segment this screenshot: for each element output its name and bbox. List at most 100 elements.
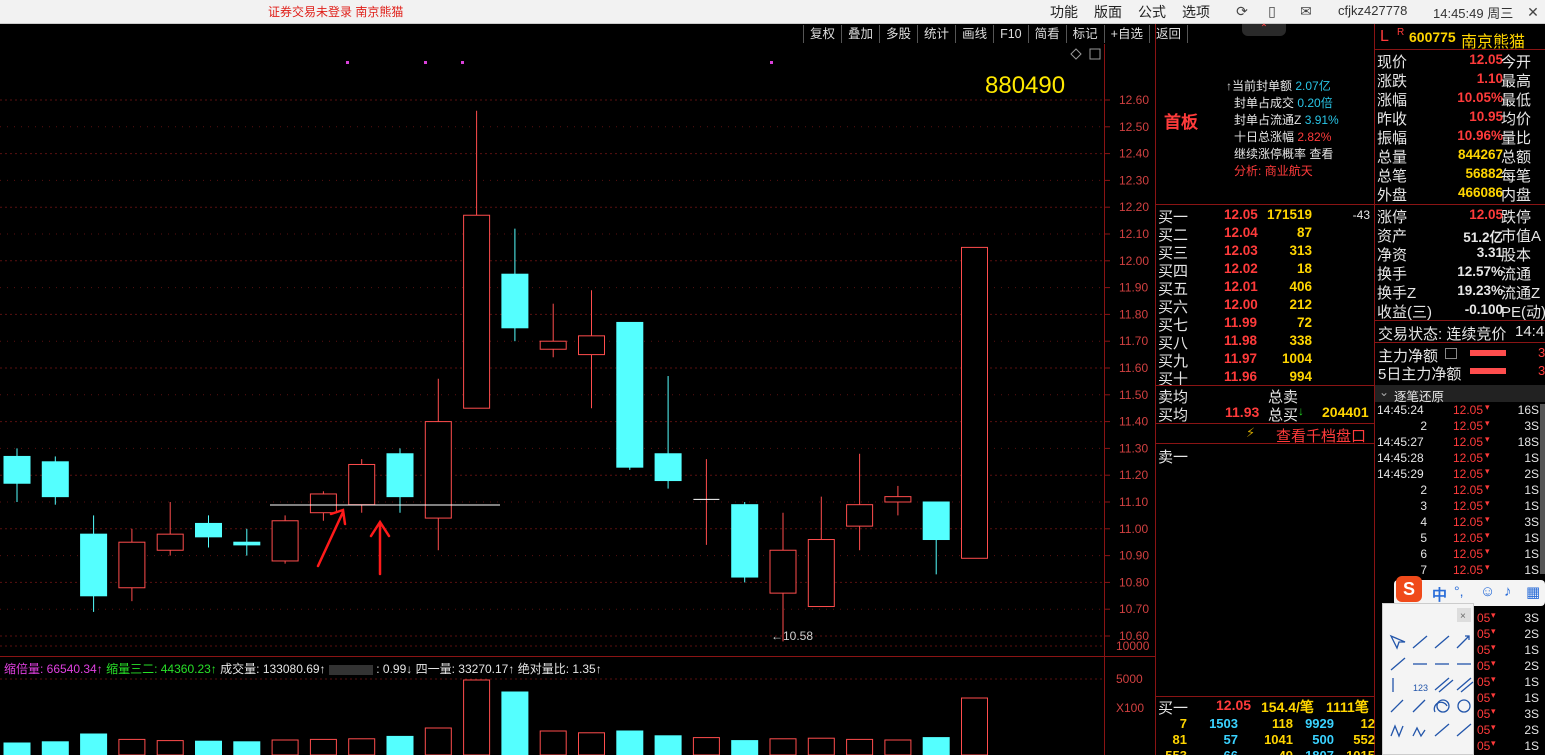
volume-bar[interactable] — [233, 741, 261, 755]
bid-row[interactable]: 买十 11.96 994 — [1158, 368, 1372, 388]
volume-bar[interactable] — [501, 691, 529, 755]
tool-add-watchlist[interactable]: +自选 — [1103, 25, 1149, 43]
ticks-header[interactable]: ⌄ 逐笔还原 — [1375, 385, 1545, 404]
candlestick[interactable] — [654, 376, 682, 489]
volume-bar[interactable] — [41, 741, 69, 755]
menu-formula[interactable]: 公式 — [1130, 2, 1174, 22]
price-tick-label: 11.10 — [1119, 495, 1148, 509]
candlestick[interactable] — [386, 448, 414, 513]
candlestick[interactable] — [961, 246, 988, 559]
volume-bar[interactable] — [731, 740, 759, 755]
candlestick[interactable] — [233, 528, 261, 556]
tool-fuquan[interactable]: 复权 — [803, 25, 841, 43]
user-account[interactable]: cfjkz427778 — [1338, 3, 1407, 18]
drawing-tools-grid[interactable]: × 123 — [1383, 604, 1475, 755]
volume-bar[interactable] — [156, 740, 184, 755]
bid-row[interactable]: 买八 11.98 338 — [1158, 332, 1372, 352]
volume-bar[interactable] — [616, 730, 644, 755]
continue-label: 继续涨停概率 — [1234, 147, 1307, 161]
refresh-icon[interactable]: ⟳ — [1233, 3, 1251, 20]
candlestick[interactable] — [271, 515, 299, 564]
volume-bar[interactable] — [195, 740, 222, 755]
sogou-logo-icon[interactable]: S — [1396, 576, 1422, 602]
kline-chart[interactable]: 12.60 12.50 12.40 12.30 12.20 12.10 12.00 11.90… — [0, 44, 1156, 755]
tool-draw-line[interactable]: 画线 — [955, 25, 993, 43]
volume-bar[interactable] — [961, 697, 988, 755]
tool-f10[interactable]: F10 — [993, 25, 1028, 43]
volume-bar[interactable] — [3, 742, 31, 755]
volume-bar[interactable] — [348, 738, 376, 755]
candlestick[interactable] — [807, 496, 835, 608]
punctuation-icon[interactable]: °, — [1454, 583, 1464, 599]
bid-row[interactable]: 买一 12.05 171519 -43 — [1158, 206, 1372, 226]
volume-bar[interactable] — [692, 737, 720, 755]
candlestick[interactable] — [118, 528, 146, 602]
bid-row[interactable]: 买二 12.04 87 — [1158, 224, 1372, 244]
bid-row[interactable]: 买六 12.00 212 — [1158, 296, 1372, 316]
bid-row[interactable]: 买九 11.97 1004 — [1158, 350, 1372, 370]
close-window-icon[interactable]: ✕ — [1523, 2, 1543, 22]
candlestick[interactable] — [769, 512, 797, 642]
candlestick[interactable] — [309, 491, 337, 521]
emoji-icon[interactable]: ☺ — [1480, 583, 1495, 600]
volume-bar[interactable] — [463, 679, 491, 755]
volume-bar[interactable] — [118, 738, 146, 755]
microphone-icon[interactable]: ♪ — [1504, 583, 1512, 600]
diamond-icon[interactable] — [1070, 48, 1082, 60]
tool-stats[interactable]: 统计 — [917, 25, 955, 43]
menu-function[interactable]: 功能 — [1042, 2, 1086, 22]
analysis-sector[interactable]: 商业航天 — [1265, 164, 1313, 178]
ime-mode[interactable]: 中 — [1432, 584, 1447, 605]
volume-bar[interactable] — [309, 738, 337, 755]
candlestick[interactable] — [884, 485, 912, 516]
scrollbar[interactable] — [1540, 404, 1545, 574]
volume-bar[interactable] — [539, 730, 567, 755]
trade-login-status[interactable]: 证券交易未登录 南京熊猫 — [268, 3, 403, 20]
drawing-tools-panel[interactable]: × 123 — [1382, 603, 1474, 755]
candlestick[interactable] — [578, 290, 605, 409]
candlestick[interactable] — [3, 448, 31, 502]
candlestick[interactable] — [693, 459, 720, 545]
candlestick[interactable] — [41, 456, 69, 505]
tool-mark[interactable]: 标记 — [1065, 25, 1104, 43]
volume-bar[interactable] — [846, 738, 874, 755]
bid-row[interactable]: 买三 12.03 313 — [1158, 242, 1372, 262]
volume-bar[interactable] — [424, 727, 452, 755]
volume-bar[interactable] — [922, 737, 950, 755]
list-icon[interactable] — [1445, 348, 1457, 359]
volume-bar[interactable] — [271, 739, 299, 755]
window-icon[interactable] — [1089, 48, 1101, 60]
candlestick[interactable] — [80, 515, 108, 612]
tick-volume: 2S — [1524, 723, 1539, 737]
volume-bar[interactable] — [884, 739, 912, 755]
menu-layout[interactable]: 版面 — [1086, 2, 1130, 22]
candlestick[interactable] — [195, 515, 222, 548]
volume-bar[interactable] — [386, 735, 414, 755]
candlestick[interactable] — [539, 303, 567, 358]
phone-icon[interactable]: ▯ — [1263, 3, 1281, 20]
keyboard-icon[interactable]: ▦ — [1526, 583, 1540, 601]
candlestick[interactable] — [424, 378, 452, 551]
candlestick[interactable] — [731, 502, 759, 583]
tool-multi-stock[interactable]: 多股 — [879, 25, 917, 43]
mail-icon[interactable]: ✉ — [1297, 3, 1315, 20]
bid-row[interactable]: 买四 12.02 18 — [1158, 260, 1372, 280]
bottom-bid1-label: 买一 — [1158, 700, 1189, 717]
menu-options[interactable]: 选项 — [1174, 2, 1218, 22]
volume-bar[interactable] — [807, 737, 835, 755]
bid-row[interactable]: 买五 12.01 406 — [1158, 278, 1372, 298]
tool-overlay[interactable]: 叠加 — [841, 25, 879, 43]
volume-bar[interactable] — [654, 735, 682, 755]
tool-simple-view[interactable]: 简看 — [1027, 25, 1066, 43]
candlestick[interactable] — [463, 110, 491, 409]
volume-bar[interactable] — [769, 738, 797, 755]
candlestick[interactable] — [501, 228, 529, 342]
volume-bar[interactable] — [80, 733, 108, 755]
candlestick[interactable] — [616, 321, 644, 470]
bid-row[interactable]: 买七 11.99 72 — [1158, 314, 1372, 334]
continue-view-link[interactable]: 查看 — [1309, 147, 1333, 161]
candlestick[interactable] — [922, 501, 950, 575]
volume-bar[interactable] — [578, 732, 605, 755]
chevron-down-icon[interactable]: ⌄ — [1379, 385, 1389, 399]
panel-collapse-icon[interactable]: ⌃ — [1242, 24, 1286, 36]
